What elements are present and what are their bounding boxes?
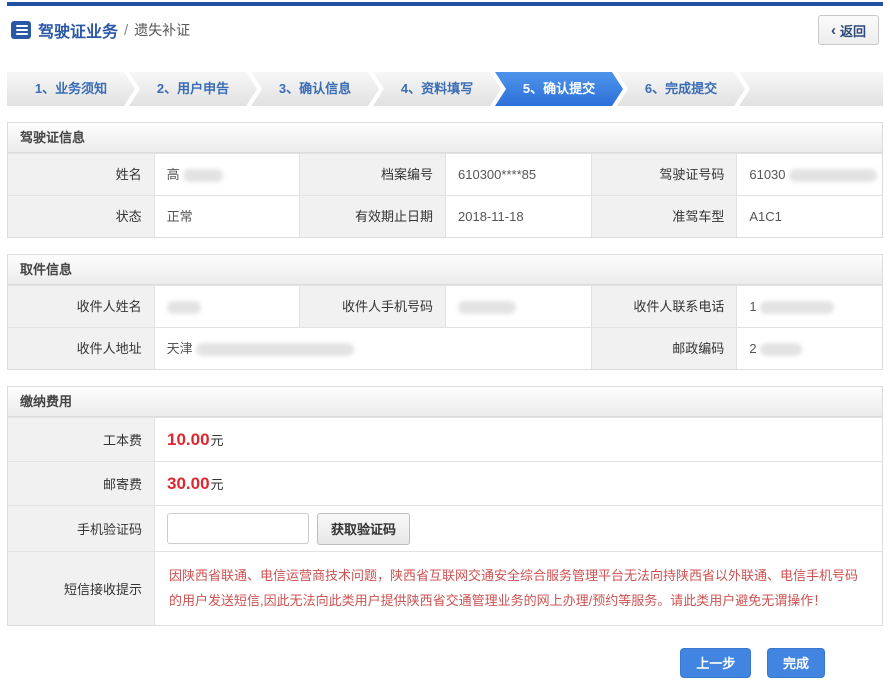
field-label-name: 姓名 [8, 154, 154, 195]
fee-amount: 30.00 [167, 474, 210, 494]
breadcrumb-current: 遗失补证 [134, 20, 190, 40]
field-value-status: 正常 [154, 196, 300, 237]
footer-actions: 上一步 完成 [7, 648, 883, 678]
sms-notice-text: 因陕西省联通、电信运营商技术问题，陕西省互联网交通安全综合服务管理平台无法向持陕… [169, 564, 868, 612]
step-tab-1[interactable]: 1、业务须知 [7, 72, 135, 106]
section-title: 取件信息 [8, 255, 882, 285]
field-value-name: 高 [154, 154, 300, 195]
field-label-expiry-date: 有效期止日期 [299, 196, 445, 237]
field-label-file-number: 档案编号 [299, 154, 445, 195]
fee-value-mailing: 30.00 元 [154, 462, 882, 505]
section-license-info: 驾驶证信息 姓名 高 档案编号 610300****85 驾驶证号码 61030… [7, 122, 883, 238]
fee-amount: 10.00 [167, 430, 210, 450]
field-value-file-number: 610300****85 [445, 154, 591, 195]
fee-label-mailing: 邮寄费 [8, 462, 154, 505]
breadcrumb-separator: / [124, 22, 128, 39]
breadcrumb-section: 驾驶证业务 [38, 18, 118, 42]
step-bar-filler [739, 72, 883, 106]
sms-notice-label: 短信接收提示 [8, 552, 154, 625]
fee-row-mailing: 邮寄费 30.00 元 [8, 461, 882, 505]
step-tab-5[interactable]: 5、确认提交 [495, 72, 623, 106]
fee-unit: 元 [211, 430, 224, 449]
captcha-row: 手机验证码 获取验证码 [8, 505, 882, 551]
field-value-expiry-date: 2018-11-18 [445, 196, 591, 237]
field-value-recipient-phone: 1 [736, 286, 882, 327]
redacted-value [760, 343, 802, 356]
redacted-value [789, 169, 877, 182]
step-tab-2[interactable]: 2、用户申告 [129, 72, 257, 106]
captcha-label: 手机验证码 [8, 506, 154, 551]
step-tab-3[interactable]: 3、确认信息 [251, 72, 379, 106]
field-value-vehicle-class: A1C1 [736, 196, 882, 237]
field-label-license-number: 驾驶证号码 [591, 154, 737, 195]
section-payment-fees: 缴纳费用 工本费 10.00 元 邮寄费 30.00 元 手机验证码 获取验证码… [7, 386, 883, 626]
redacted-value [167, 301, 201, 314]
step-tab-6[interactable]: 6、完成提交 [617, 72, 745, 106]
redacted-value [183, 169, 223, 182]
field-label-vehicle-class: 准驾车型 [591, 196, 737, 237]
page: 驾驶证业务 / 遗失补证 ‹ 返回 1、业务须知 2、用户申告 3、确认信息 4… [0, 0, 890, 685]
fee-unit: 元 [211, 474, 224, 493]
table-row: 状态 正常 有效期止日期 2018-11-18 准驾车型 A1C1 [8, 195, 882, 237]
field-label-recipient-mobile: 收件人手机号码 [299, 286, 445, 327]
previous-step-button[interactable]: 上一步 [680, 648, 751, 678]
back-button[interactable]: ‹ 返回 [818, 15, 879, 45]
sms-notice-row: 短信接收提示 因陕西省联通、电信运营商技术问题，陕西省互联网交通安全综合服务管理… [8, 551, 882, 625]
back-button-label: 返回 [840, 21, 866, 40]
captcha-input[interactable] [167, 513, 309, 544]
captcha-field-area: 获取验证码 [154, 506, 882, 551]
field-value-recipient-address: 天津 [154, 328, 591, 369]
header: 驾驶证业务 / 遗失补证 ‹ 返回 [7, 6, 883, 54]
redacted-value [458, 301, 516, 314]
sms-notice-area: 因陕西省联通、电信运营商技术问题，陕西省互联网交通安全综合服务管理平台无法向持陕… [154, 552, 882, 625]
list-icon [11, 21, 31, 39]
redacted-value [196, 343, 354, 356]
field-label-recipient-address: 收件人地址 [8, 328, 154, 369]
get-captcha-button[interactable]: 获取验证码 [317, 513, 410, 545]
table-row: 收件人姓名 收件人手机号码 收件人联系电话 1 [8, 285, 882, 327]
step-tab-4[interactable]: 4、资料填写 [373, 72, 501, 106]
redacted-value [760, 301, 834, 314]
field-value-license-number: 61030 [736, 154, 882, 195]
step-wizard: 1、业务须知 2、用户申告 3、确认信息 4、资料填写 5、确认提交 6、完成提… [7, 72, 883, 106]
field-value-recipient-mobile [445, 286, 591, 327]
fee-value-production: 10.00 元 [154, 418, 882, 461]
finish-button[interactable]: 完成 [767, 648, 825, 678]
section-pickup-info: 取件信息 收件人姓名 收件人手机号码 收件人联系电话 1 收件人地址 天津 邮政… [7, 254, 883, 370]
chevron-left-icon: ‹ [831, 23, 836, 38]
field-label-recipient-phone: 收件人联系电话 [591, 286, 737, 327]
fee-row-production: 工本费 10.00 元 [8, 417, 882, 461]
section-title: 缴纳费用 [8, 387, 882, 417]
field-value-recipient-name [154, 286, 300, 327]
table-row: 姓名 高 档案编号 610300****85 驾驶证号码 61030 [8, 153, 882, 195]
table-row: 收件人地址 天津 邮政编码 2 [8, 327, 882, 369]
field-label-recipient-name: 收件人姓名 [8, 286, 154, 327]
fee-label-production: 工本费 [8, 418, 154, 461]
section-title: 驾驶证信息 [8, 123, 882, 153]
field-label-status: 状态 [8, 196, 154, 237]
field-value-postal-code: 2 [736, 328, 882, 369]
field-label-postal-code: 邮政编码 [591, 328, 737, 369]
